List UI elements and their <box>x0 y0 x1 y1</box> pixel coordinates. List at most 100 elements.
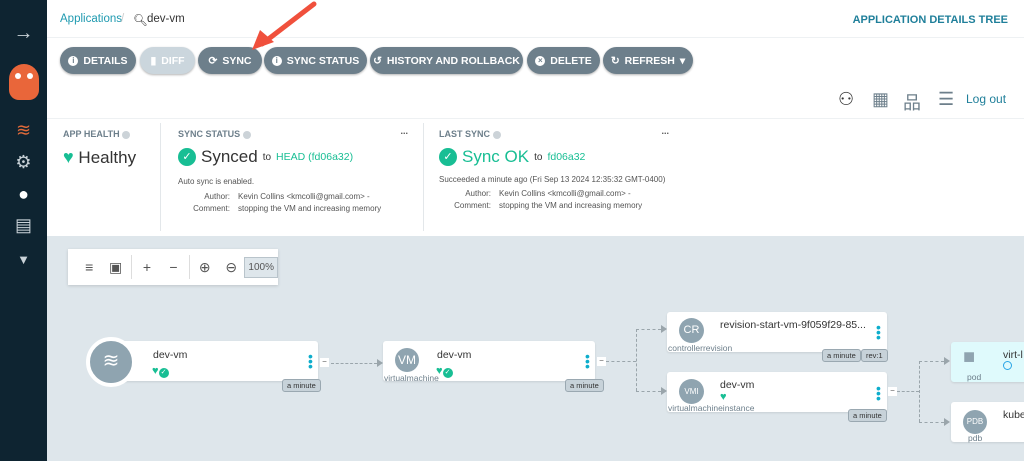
progressing-icon <box>1003 361 1012 370</box>
pod-node[interactable] <box>951 342 1024 382</box>
expand-icon[interactable]: + <box>134 259 160 275</box>
pods-view-icon[interactable]: ▦ <box>872 89 889 110</box>
node-kind: controllerrevision <box>668 343 733 353</box>
help-icon[interactable] <box>492 130 501 139</box>
node-name: virt-l <box>1003 349 1023 361</box>
info-icon: i <box>271 55 282 66</box>
collapse-toggle[interactable]: − <box>888 387 897 396</box>
sync-label: SYNC <box>222 54 252 67</box>
history-rollback-button[interactable]: ↺ HISTORY AND ROLLBACK <box>370 47 523 74</box>
vm-icon: VM <box>395 348 419 372</box>
edge <box>919 361 944 362</box>
to-label: to <box>262 151 272 163</box>
user-info-icon[interactable]: ● <box>0 184 47 205</box>
app-health: APP HEALTH ♥ Healthy <box>63 129 136 168</box>
node-status: ♥ ✓ <box>152 361 169 379</box>
documentation-icon[interactable]: ▤ <box>0 215 47 236</box>
synced-icon: ✓ <box>442 368 453 378</box>
heart-icon: ♥ <box>720 391 727 403</box>
history-icon: ↺ <box>373 54 382 67</box>
zoom-in-icon[interactable]: ⊕ <box>192 259 218 276</box>
auto-sync-text: Auto sync is enabled. <box>178 177 255 186</box>
help-icon[interactable] <box>242 130 251 139</box>
divider <box>130 255 132 279</box>
zoom-out-icon[interactable]: ⊖ <box>218 259 244 276</box>
check-circle-icon: ✓ <box>439 148 457 166</box>
edge <box>897 391 919 392</box>
align-left-icon[interactable]: ≡ <box>76 259 102 275</box>
node-kind: virtualmachine <box>384 373 439 383</box>
breadcrumb-applications[interactable]: Applications <box>60 13 122 25</box>
logout-link[interactable]: Log out <box>966 92 1006 106</box>
argo-logo[interactable] <box>0 64 47 100</box>
edge <box>331 363 377 364</box>
applications-icon[interactable]: ≋ <box>0 120 47 141</box>
sidebar: → ≋ ⚙ ● ▤ ▼ <box>0 0 47 461</box>
refresh-label: REFRESH <box>624 54 675 67</box>
breadcrumb-separator: / <box>121 13 125 25</box>
edge <box>919 422 944 423</box>
header: Applications / 🔍︎ dev-vm APPLICATION DET… <box>47 0 1024 38</box>
last-sync: LAST SYNC ... ✓ Sync OK to fd06a32 Succeede… <box>439 126 669 210</box>
node-kind: virtualmachineinstance <box>668 403 755 413</box>
app-health-value: Healthy <box>78 148 137 167</box>
refresh-button[interactable]: ↻ REFRESH ▾ <box>603 47 693 74</box>
tree-view-icon[interactable]: ⚇ <box>838 89 854 110</box>
sync-target-link[interactable]: HEAD (fd06a32) <box>276 151 353 163</box>
help-icon[interactable] <box>122 130 131 139</box>
author-label: Author: <box>465 189 491 198</box>
node-menu-icon[interactable]: • • • <box>585 349 590 373</box>
more-icon[interactable]: ... <box>661 126 669 136</box>
refresh-icon: ↻ <box>610 54 620 67</box>
collapse-icon[interactable]: − <box>160 259 186 275</box>
comment-label: Comment: <box>454 201 491 210</box>
fit-screen-icon[interactable]: ▣ <box>102 259 128 276</box>
caret-down-icon: ▾ <box>679 54 686 67</box>
zoom-level[interactable]: 100% <box>244 256 278 278</box>
age-badge: a minute <box>822 349 861 362</box>
page-title: APPLICATION DETAILS TREE <box>852 14 1008 26</box>
edge <box>636 329 637 391</box>
arrow-icon <box>944 418 950 426</box>
sync-status-value: Synced <box>201 147 258 166</box>
heart-icon: ♥ <box>436 365 443 377</box>
node-name: dev-vm <box>720 379 755 391</box>
expand-arrow-icon[interactable]: → <box>0 22 47 45</box>
network-view-icon[interactable]: 品 <box>903 89 921 115</box>
delete-button[interactable]: × DELETE <box>527 47 600 74</box>
node-name: revision-start-vm-9f059f29-85... <box>720 319 866 331</box>
vmi-icon: VMI <box>679 379 704 404</box>
last-sync-time: Succeeded a minute ago (Fri Sep 13 2024 … <box>439 175 666 184</box>
author-label: Author: <box>204 192 230 201</box>
node-menu-icon[interactable]: • • • <box>876 320 881 344</box>
node-kind: pdb <box>968 433 983 443</box>
collapse-toggle[interactable]: − <box>320 358 329 367</box>
divider <box>188 255 190 279</box>
details-label: DETAILS <box>83 54 128 67</box>
node-name: kube <box>1003 409 1024 421</box>
age-badge: a minute <box>282 379 321 392</box>
settings-icon[interactable]: ⚙ <box>0 152 47 173</box>
node-menu-icon[interactable]: • • • <box>308 349 313 373</box>
filter-icon[interactable]: ▼ <box>0 252 47 267</box>
pod-cube-icon: ■ <box>963 346 976 368</box>
node-status: ♥ ✓ <box>436 361 453 379</box>
diff-button[interactable]: ▮ DIFF <box>140 47 195 74</box>
comment-value: stopping the VM and increasing memory <box>499 201 643 210</box>
details-button[interactable]: i DETAILS <box>60 47 136 74</box>
heart-icon: ♥ <box>152 365 159 377</box>
last-sync-target-link[interactable]: fd06a32 <box>547 151 585 163</box>
collapse-toggle[interactable]: − <box>597 357 606 366</box>
more-icon[interactable]: ... <box>400 126 408 136</box>
pdb-node[interactable] <box>951 402 1024 442</box>
sync-status-label: SYNC STATUS <box>286 54 360 67</box>
node-name: dev-vm <box>437 349 472 361</box>
info-icon: i <box>68 55 79 66</box>
last-sync-value: Sync OK <box>462 147 530 166</box>
heart-icon: ♥ <box>63 147 74 167</box>
list-view-icon[interactable]: ☰ <box>938 89 954 110</box>
node-menu-icon[interactable]: • • • <box>876 381 881 405</box>
author-value: Kevin Collins <kmcolli@gmail.com> - <box>499 189 631 198</box>
application-stack-icon: ≋ <box>86 337 136 387</box>
node-kind: pod <box>967 372 982 382</box>
